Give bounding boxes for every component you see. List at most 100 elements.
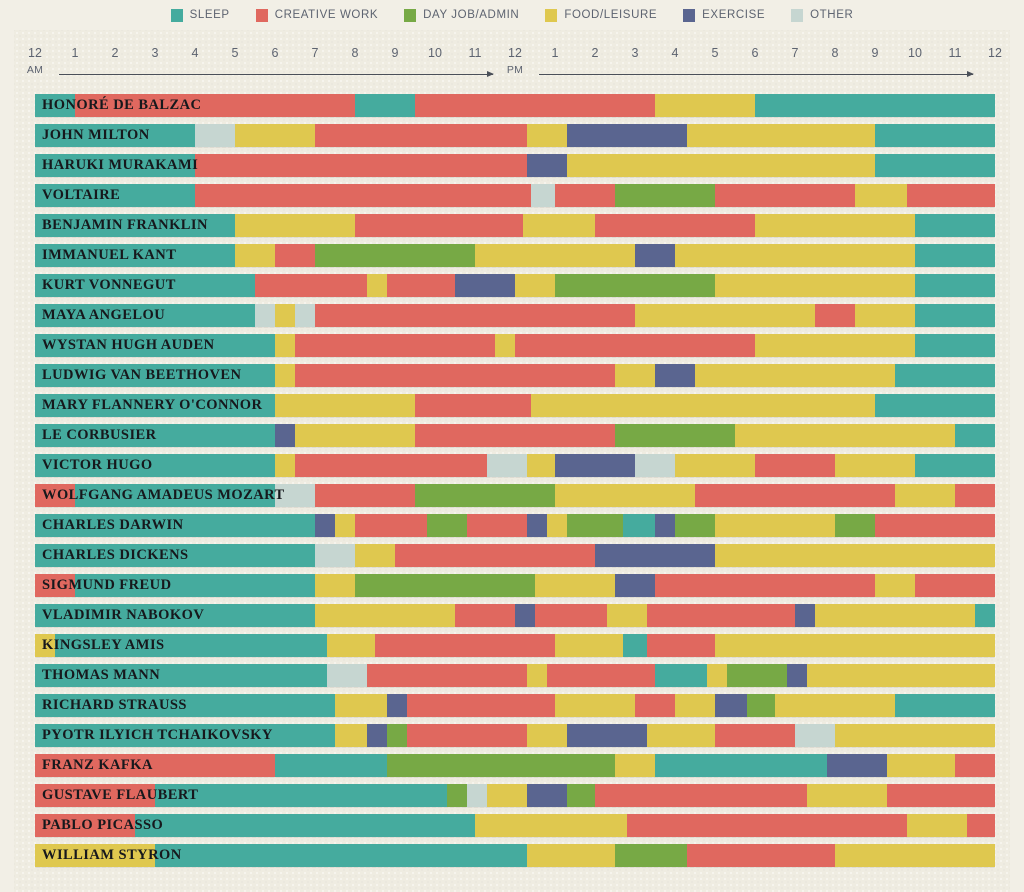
routine-row[interactable]: WILLIAM STYRON — [35, 844, 995, 867]
activity-segment-sleep[interactable] — [35, 304, 255, 327]
routine-row[interactable]: IMMANUEL KANT — [35, 244, 995, 267]
routine-row[interactable]: KINGSLEY AMIS — [35, 634, 995, 657]
activity-segment-exercise[interactable] — [527, 784, 567, 807]
activity-segment-food[interactable] — [527, 124, 567, 147]
activity-segment-creative[interactable] — [547, 664, 655, 687]
activity-segment-sleep[interactable] — [35, 394, 275, 417]
activity-segment-dayjob[interactable] — [615, 424, 735, 447]
routine-row[interactable]: KURT VONNEGUT — [35, 274, 995, 297]
activity-segment-creative[interactable] — [407, 724, 527, 747]
activity-segment-other[interactable] — [275, 484, 315, 507]
activity-segment-food[interactable] — [335, 724, 367, 747]
routine-row[interactable]: PYOTR ILYICH TCHAIKOVSKY — [35, 724, 995, 747]
activity-segment-exercise[interactable] — [787, 664, 807, 687]
activity-segment-food[interactable] — [295, 424, 415, 447]
activity-segment-creative[interactable] — [875, 514, 995, 537]
activity-segment-food[interactable] — [835, 844, 995, 867]
activity-segment-creative[interactable] — [887, 784, 995, 807]
activity-segment-food[interactable] — [35, 634, 55, 657]
activity-segment-exercise[interactable] — [567, 124, 687, 147]
activity-segment-exercise[interactable] — [655, 514, 675, 537]
legend-item-food[interactable]: FOOD/LEISURE — [545, 9, 657, 22]
activity-segment-sleep[interactable] — [55, 634, 327, 657]
activity-segment-food[interactable] — [555, 484, 695, 507]
activity-segment-creative[interactable] — [195, 184, 531, 207]
activity-segment-other[interactable] — [531, 184, 555, 207]
activity-segment-dayjob[interactable] — [415, 484, 555, 507]
activity-segment-other[interactable] — [315, 544, 355, 567]
activity-segment-exercise[interactable] — [795, 604, 815, 627]
activity-segment-creative[interactable] — [295, 334, 495, 357]
activity-segment-creative[interactable] — [195, 154, 527, 177]
activity-segment-creative[interactable] — [955, 754, 995, 777]
activity-segment-other[interactable] — [195, 124, 235, 147]
activity-segment-creative[interactable] — [415, 394, 531, 417]
activity-segment-food[interactable] — [527, 724, 567, 747]
activity-segment-exercise[interactable] — [635, 244, 675, 267]
activity-segment-sleep[interactable] — [355, 94, 415, 117]
activity-segment-exercise[interactable] — [595, 544, 715, 567]
activity-segment-food[interactable] — [675, 454, 755, 477]
activity-segment-food[interactable] — [315, 604, 455, 627]
activity-segment-other[interactable] — [635, 454, 675, 477]
routine-row[interactable]: MARY FLANNERY O'CONNOR — [35, 394, 995, 417]
activity-segment-sleep[interactable] — [655, 664, 707, 687]
activity-segment-sleep[interactable] — [875, 124, 995, 147]
activity-segment-sleep[interactable] — [135, 814, 475, 837]
activity-segment-exercise[interactable] — [515, 604, 535, 627]
activity-segment-food[interactable] — [515, 274, 555, 297]
legend-item-other[interactable]: OTHER — [791, 9, 853, 22]
activity-segment-sleep[interactable] — [35, 124, 195, 147]
activity-segment-sleep[interactable] — [35, 604, 315, 627]
activity-segment-creative[interactable] — [627, 814, 907, 837]
routine-row[interactable]: THOMAS MANN — [35, 664, 995, 687]
activity-segment-creative[interactable] — [35, 784, 155, 807]
activity-segment-sleep[interactable] — [155, 844, 527, 867]
activity-segment-food[interactable] — [855, 184, 907, 207]
legend-item-creative[interactable]: CREATIVE WORK — [256, 9, 378, 22]
routine-row[interactable]: HONORÉ DE BALZAC — [35, 94, 995, 117]
activity-segment-sleep[interactable] — [655, 754, 827, 777]
activity-segment-dayjob[interactable] — [387, 724, 407, 747]
activity-segment-food[interactable] — [907, 814, 967, 837]
activity-segment-dayjob[interactable] — [447, 784, 467, 807]
activity-segment-sleep[interactable] — [915, 334, 995, 357]
routine-row[interactable]: JOHN MILTON — [35, 124, 995, 147]
activity-segment-sleep[interactable] — [895, 364, 995, 387]
routine-row[interactable]: LUDWIG VAN BEETHOVEN — [35, 364, 995, 387]
activity-segment-exercise[interactable] — [367, 724, 387, 747]
activity-segment-creative[interactable] — [355, 214, 523, 237]
activity-segment-food[interactable] — [275, 394, 415, 417]
activity-segment-food[interactable] — [275, 454, 295, 477]
activity-segment-sleep[interactable] — [35, 214, 235, 237]
legend-item-exercise[interactable]: EXERCISE — [683, 9, 765, 22]
activity-segment-exercise[interactable] — [315, 514, 335, 537]
activity-segment-dayjob[interactable] — [555, 274, 715, 297]
activity-segment-food[interactable] — [675, 694, 715, 717]
activity-segment-other[interactable] — [327, 664, 367, 687]
activity-segment-creative[interactable] — [647, 634, 715, 657]
routine-row[interactable]: LE CORBUSIER — [35, 424, 995, 447]
activity-segment-other[interactable] — [295, 304, 315, 327]
activity-segment-creative[interactable] — [535, 604, 607, 627]
routine-row[interactable]: FRANZ KAFKA — [35, 754, 995, 777]
legend-item-sleep[interactable]: SLEEP — [171, 9, 230, 22]
activity-segment-food[interactable] — [475, 244, 635, 267]
activity-segment-food[interactable] — [715, 274, 915, 297]
activity-segment-exercise[interactable] — [275, 424, 295, 447]
activity-segment-food[interactable] — [523, 214, 595, 237]
activity-segment-creative[interactable] — [815, 304, 855, 327]
activity-segment-food[interactable] — [887, 754, 955, 777]
activity-segment-sleep[interactable] — [35, 454, 275, 477]
activity-segment-food[interactable] — [615, 364, 655, 387]
activity-segment-creative[interactable] — [315, 124, 527, 147]
activity-segment-creative[interactable] — [295, 364, 615, 387]
activity-segment-creative[interactable] — [367, 664, 527, 687]
activity-segment-dayjob[interactable] — [747, 694, 775, 717]
activity-segment-creative[interactable] — [35, 574, 75, 597]
activity-segment-creative[interactable] — [75, 94, 355, 117]
activity-segment-food[interactable] — [615, 754, 655, 777]
activity-segment-creative[interactable] — [35, 484, 75, 507]
activity-segment-food[interactable] — [855, 304, 915, 327]
routine-row[interactable]: VLADIMIR NABOKOV — [35, 604, 995, 627]
